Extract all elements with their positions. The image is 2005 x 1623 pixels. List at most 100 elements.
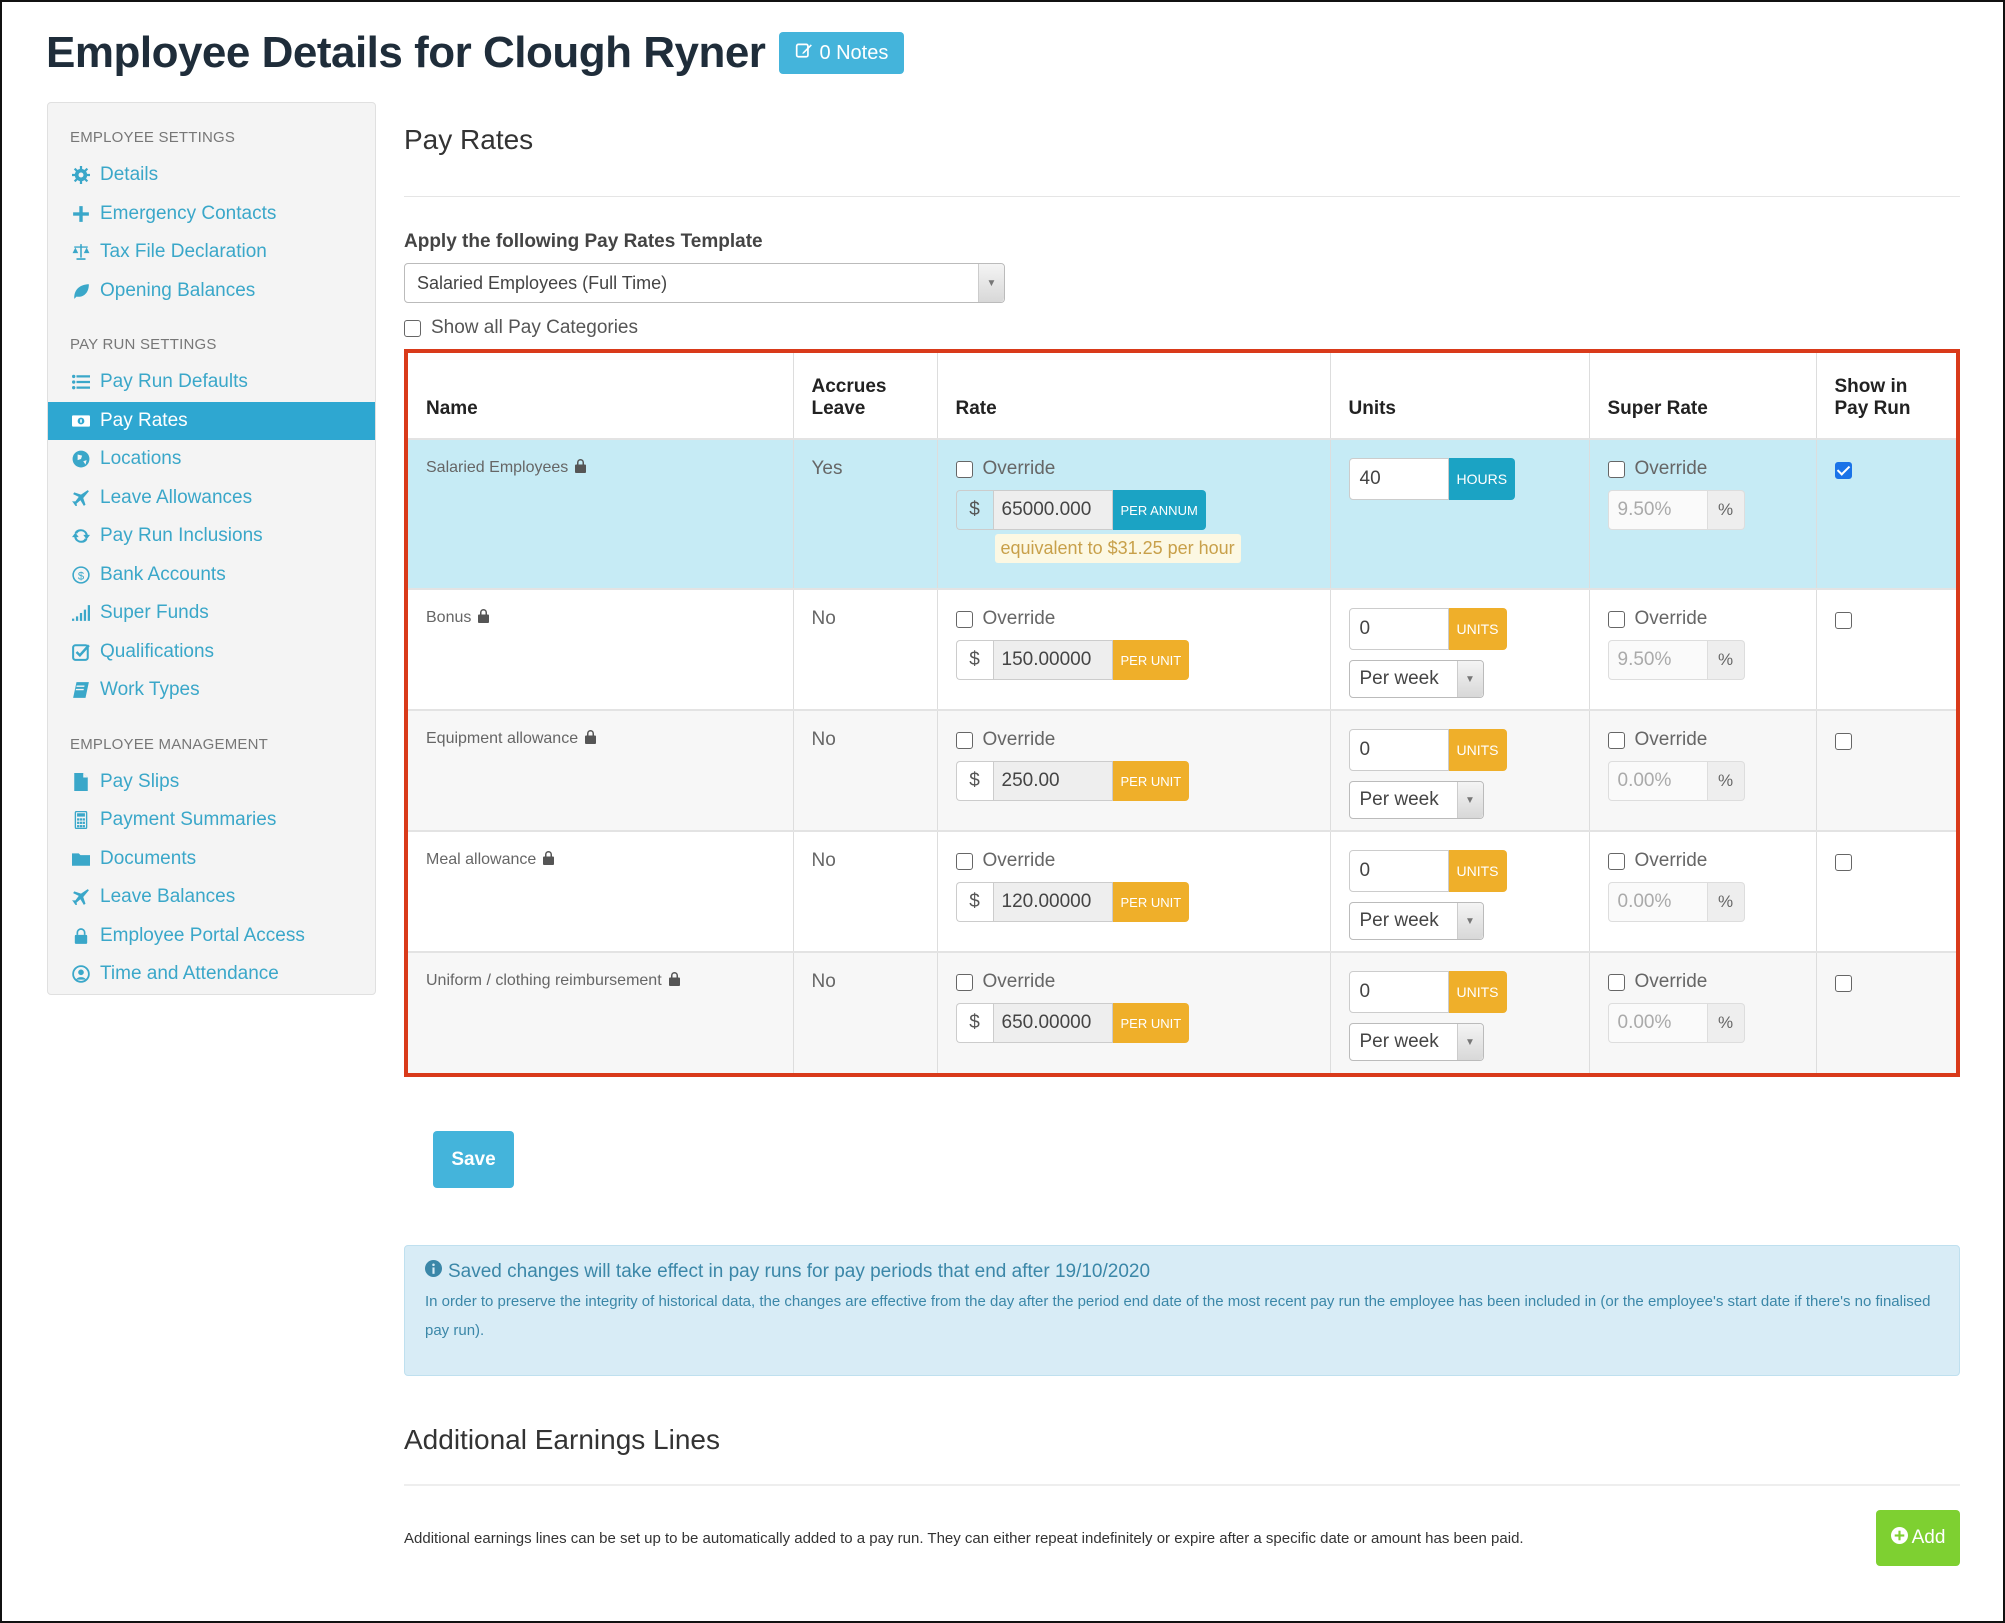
sidebar-item-leave-allowances[interactable]: Leave Allowances: [48, 479, 375, 518]
add-button-label: Add: [1911, 1527, 1946, 1548]
units-input[interactable]: 0: [1348, 729, 1449, 771]
sidebar-item-pay-run-inclusions[interactable]: Pay Run Inclusions: [48, 517, 375, 556]
show-in-pay-run-checkbox[interactable]: [1834, 733, 1852, 750]
super-override-checkbox[interactable]: [1607, 731, 1625, 749]
rate-input-group: $ 250.00 PER UNIT: [955, 761, 1312, 801]
sidebar-item-work-types[interactable]: Work Types: [48, 671, 375, 710]
sidebar-item-pay-run-defaults[interactable]: Pay Run Defaults: [48, 363, 375, 402]
sidebar-item-label: Emergency Contacts: [100, 202, 277, 224]
cell-units: 0 UNITS Per week ▼: [1330, 588, 1590, 710]
list-icon: [70, 373, 92, 391]
rate-input[interactable]: 65000.000: [992, 490, 1113, 530]
super-override[interactable]: Override: [1607, 729, 1798, 751]
notes-button-label: 0 Notes: [819, 41, 889, 64]
save-button[interactable]: Save: [433, 1131, 514, 1188]
rate-unit-badge: PER UNIT: [1112, 1003, 1190, 1043]
rate-override-checkbox[interactable]: [955, 852, 973, 870]
check-square-icon: [70, 643, 92, 661]
super-rate-input[interactable]: 0.00%: [1607, 761, 1708, 801]
sidebar-item-pay-rates[interactable]: Pay Rates: [48, 401, 375, 440]
units-input-group: 0 UNITS: [1348, 729, 1571, 771]
sidebar-item-pay-slips[interactable]: Pay Slips: [48, 763, 375, 802]
sidebar-item-employee-portal-access[interactable]: Employee Portal Access: [48, 917, 375, 956]
rate-override[interactable]: Override: [955, 458, 1312, 480]
super-rate-input[interactable]: 9.50%: [1607, 490, 1708, 530]
sidebar-item-tax-file-declaration[interactable]: Tax File Declaration: [48, 233, 375, 272]
super-rate-input[interactable]: 9.50%: [1607, 640, 1708, 680]
show-in-pay-run-checkbox[interactable]: [1834, 462, 1852, 479]
table-row: Uniform / clothing reimbursement No Over…: [408, 951, 1956, 1073]
rate-override[interactable]: Override: [955, 729, 1312, 751]
frequency-select[interactable]: Per week ▼: [1348, 660, 1484, 698]
sidebar-item-qualifications[interactable]: Qualifications: [48, 633, 375, 672]
rate-unit-badge: PER ANNUM: [1112, 490, 1206, 530]
rate-override[interactable]: Override: [955, 971, 1312, 993]
show-in-pay-run-checkbox[interactable]: [1834, 975, 1852, 992]
sidebar: EMPLOYEE SETTINGS Details Emergency Contac…: [47, 102, 376, 995]
template-select-value: Salaried Employees (Full Time): [417, 272, 668, 293]
cell-units: 0 UNITS Per week ▼: [1330, 709, 1590, 831]
frequency-select[interactable]: Per week ▼: [1348, 781, 1484, 819]
rate-override[interactable]: Override: [955, 850, 1312, 872]
frequency-select[interactable]: Per week ▼: [1348, 1023, 1484, 1061]
rate-override-checkbox[interactable]: [955, 610, 973, 628]
rate-input[interactable]: 650.00000: [992, 1003, 1113, 1043]
cell-accrues-leave: No: [793, 709, 938, 831]
super-rate-input[interactable]: 0.00%: [1607, 882, 1708, 922]
sidebar-item-documents[interactable]: Documents: [48, 840, 375, 879]
frequency-value: Per week: [1359, 1031, 1439, 1052]
sidebar-item-time-and-attendance[interactable]: Time and Attendance: [48, 955, 375, 994]
sidebar-item-locations[interactable]: Locations: [48, 440, 375, 479]
page-header: Employee Details for Clough Ryner 0 Note…: [46, 28, 905, 78]
frequency-select[interactable]: Per week ▼: [1348, 902, 1484, 940]
pay-category-name: Bonus: [426, 609, 472, 626]
rate-override-checkbox[interactable]: [955, 731, 973, 749]
rate-override-checkbox[interactable]: [955, 460, 973, 478]
currency-prefix: $: [955, 761, 993, 801]
calculator-icon: [70, 811, 92, 830]
cell-rate: Override $ 120.00000 PER UNIT: [937, 830, 1331, 952]
super-override[interactable]: Override: [1607, 971, 1798, 993]
super-override[interactable]: Override: [1607, 850, 1798, 872]
units-input[interactable]: 0: [1348, 971, 1449, 1013]
cell-units: 40 HOURS: [1330, 438, 1590, 589]
show-in-pay-run-checkbox[interactable]: [1834, 854, 1852, 871]
rate-override-checkbox[interactable]: [955, 973, 973, 991]
rate-input[interactable]: 150.00000: [992, 640, 1113, 680]
rate-override[interactable]: Override: [955, 608, 1312, 630]
super-rate-input[interactable]: 0.00%: [1607, 1003, 1708, 1043]
sidebar-item-emergency-contacts[interactable]: Emergency Contacts: [48, 195, 375, 234]
sidebar-item-payment-summaries[interactable]: Payment Summaries: [48, 801, 375, 840]
lock-icon: [574, 458, 587, 478]
clock-user-icon: [70, 965, 92, 984]
units-input[interactable]: 0: [1348, 608, 1449, 650]
pay-rates-template-select[interactable]: Salaried Employees (Full Time) ▼: [404, 263, 1005, 303]
units-input[interactable]: 40: [1348, 458, 1449, 500]
rate-input[interactable]: 250.00: [992, 761, 1113, 801]
units-input[interactable]: 0: [1348, 850, 1449, 892]
sidebar-item-opening-balances[interactable]: Opening Balances: [48, 272, 375, 311]
units-input-group: 0 UNITS: [1348, 971, 1571, 1013]
percent-suffix: %: [1707, 882, 1745, 922]
notes-button[interactable]: 0 Notes: [779, 32, 905, 74]
col-header-accrues-leave: Accrues Leave: [793, 353, 938, 439]
info-title: Saved changes will take effect in pay ru…: [448, 1260, 1151, 1282]
sidebar-item-bank-accounts[interactable]: $ Bank Accounts: [48, 556, 375, 595]
show-in-pay-run-checkbox[interactable]: [1834, 612, 1852, 629]
super-override-checkbox[interactable]: [1607, 973, 1625, 991]
super-rate-input-group: 0.00% %: [1607, 882, 1798, 922]
rate-input[interactable]: 120.00000: [992, 882, 1113, 922]
show-all-pay-categories[interactable]: Show all Pay Categories: [404, 317, 1960, 339]
add-earnings-line-button[interactable]: Add: [1876, 1510, 1960, 1566]
cell-super-rate: Override 0.00% %: [1589, 951, 1817, 1073]
show-all-checkbox[interactable]: [404, 319, 421, 337]
super-override[interactable]: Override: [1607, 458, 1798, 480]
super-override-checkbox[interactable]: [1607, 610, 1625, 628]
sidebar-item-super-funds[interactable]: Super Funds: [48, 594, 375, 633]
sidebar-item-details[interactable]: Details: [48, 156, 375, 195]
sidebar-item-leave-balances[interactable]: Leave Balances: [48, 878, 375, 917]
super-override[interactable]: Override: [1607, 608, 1798, 630]
col-header-name: Name: [408, 353, 794, 439]
super-override-checkbox[interactable]: [1607, 852, 1625, 870]
super-override-checkbox[interactable]: [1607, 460, 1625, 478]
